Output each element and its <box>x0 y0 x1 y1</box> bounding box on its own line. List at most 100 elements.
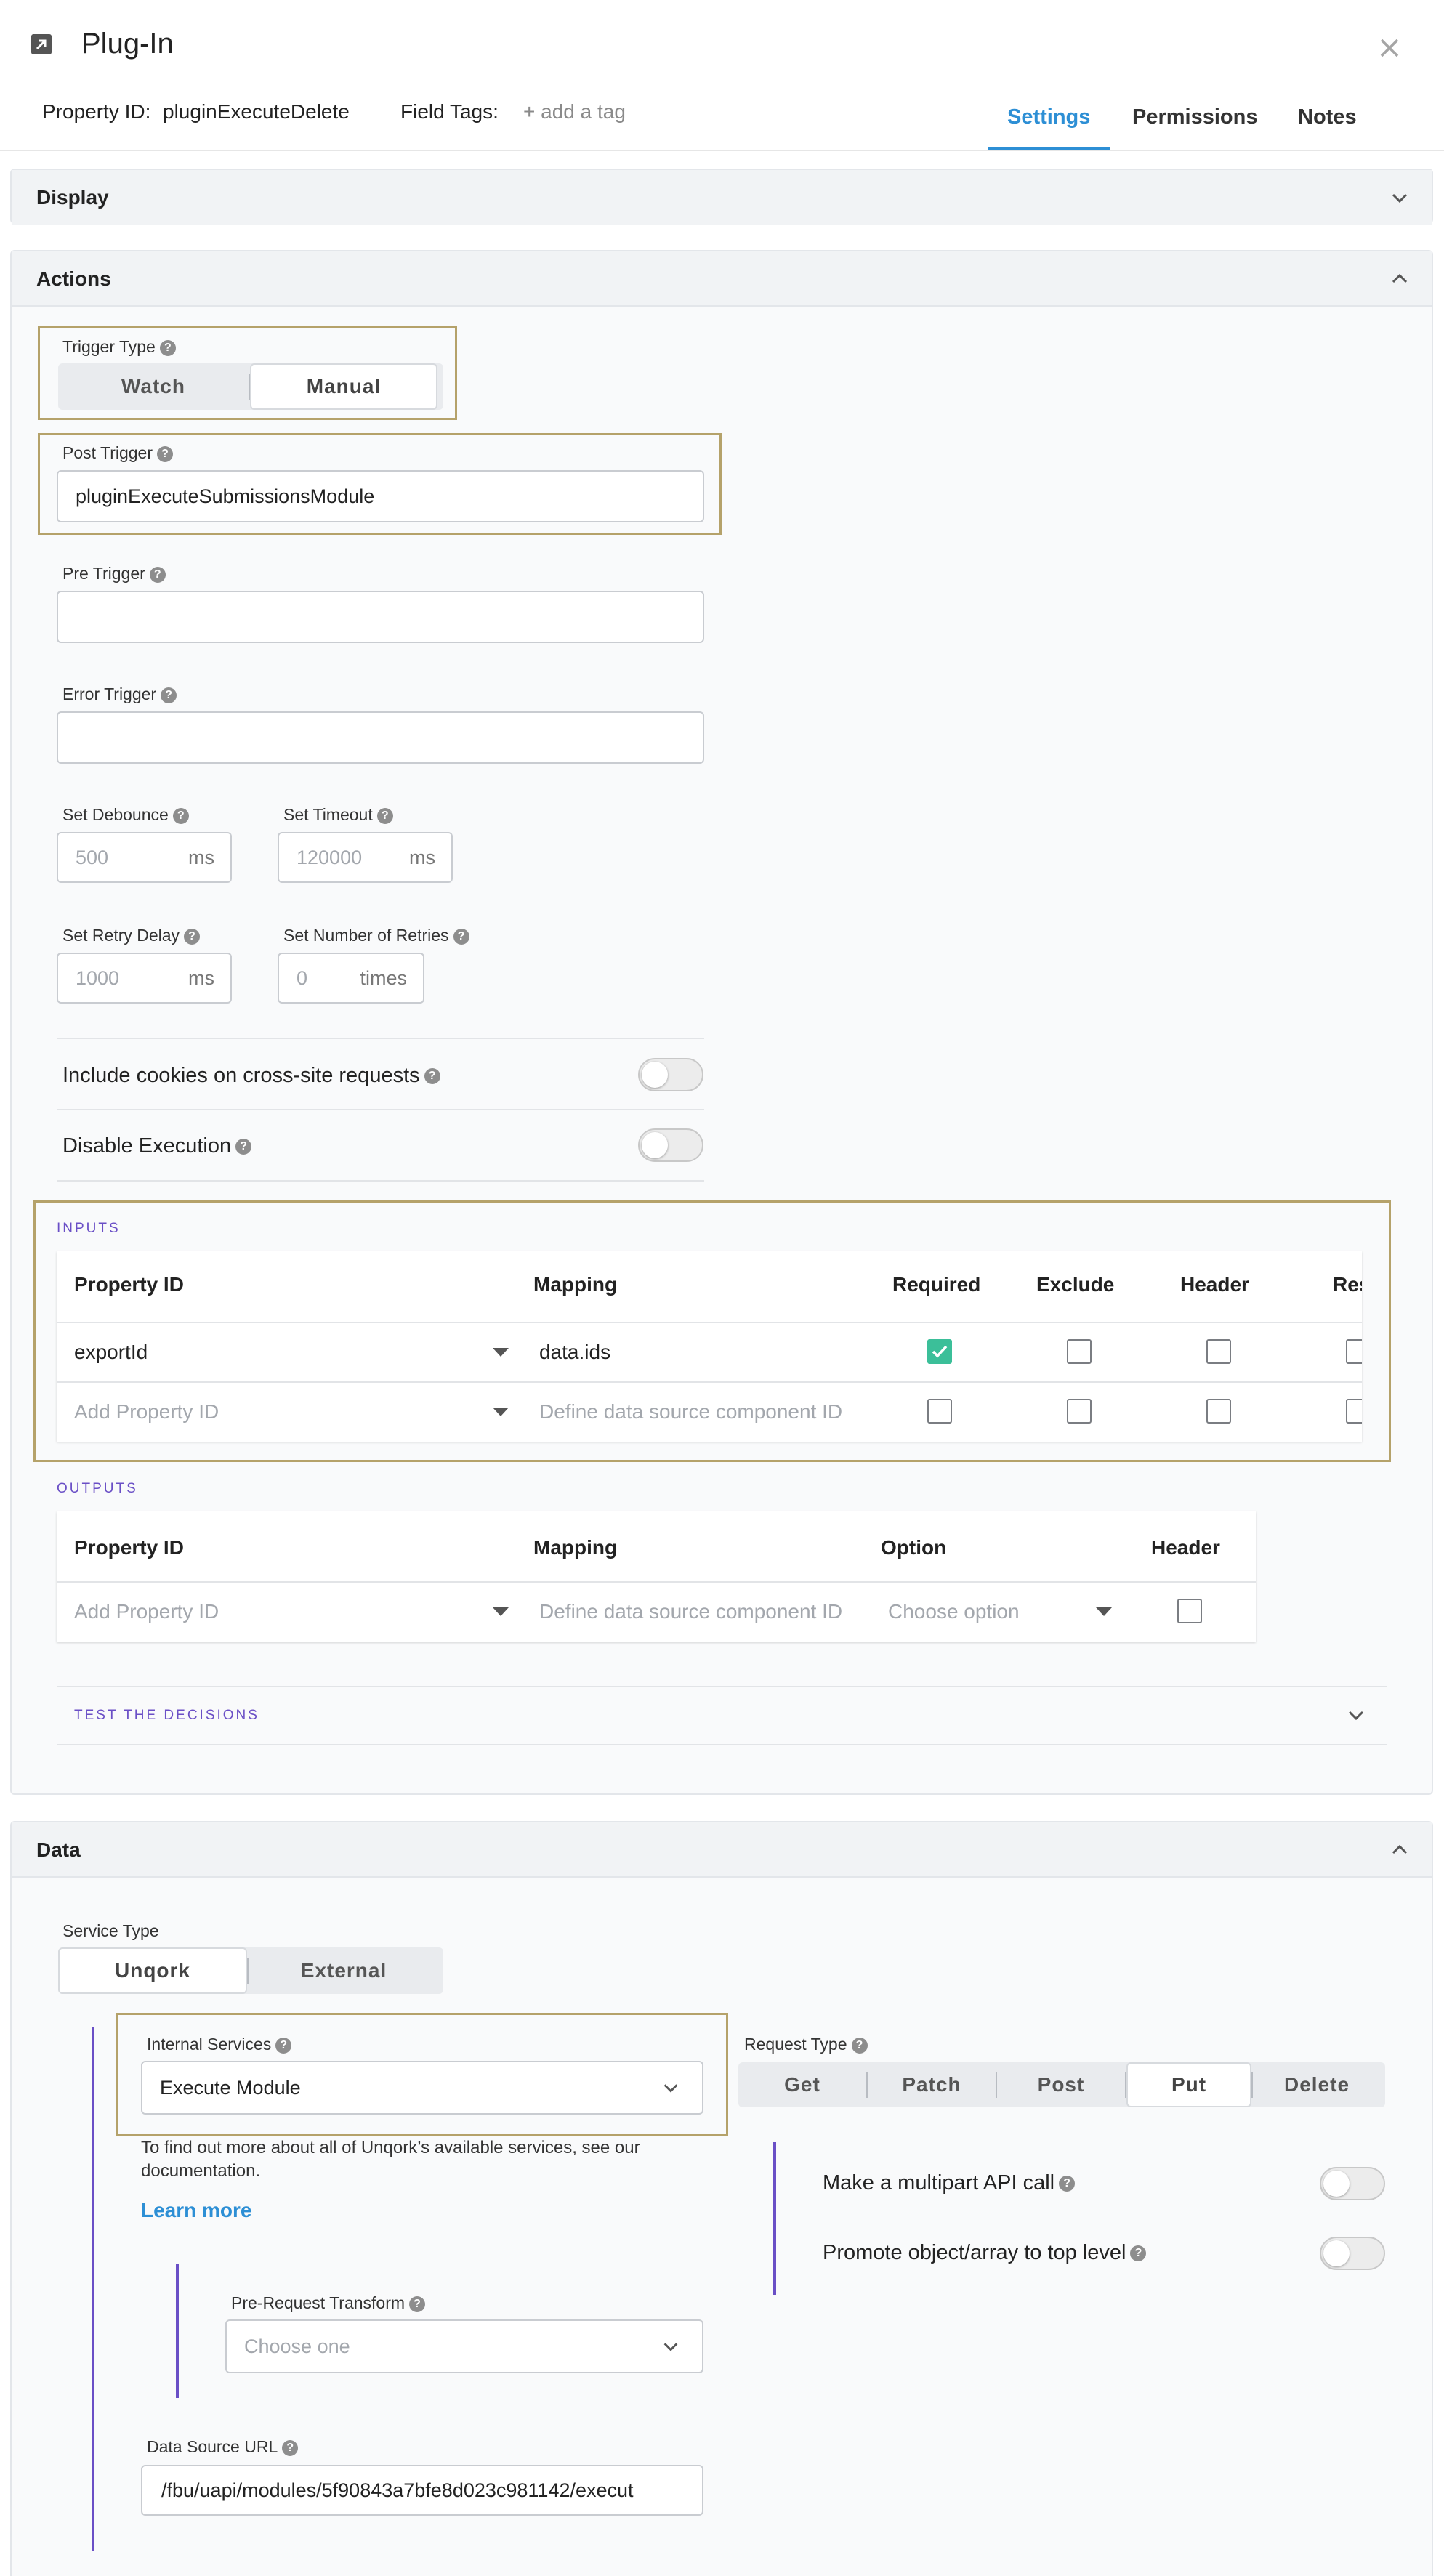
required-checkbox[interactable] <box>927 1399 952 1424</box>
cookies-toggle[interactable] <box>638 1058 703 1091</box>
help-icon: ? <box>453 928 469 945</box>
help-icon: ? <box>172 807 189 824</box>
data-panel-header[interactable]: Data <box>12 1822 1432 1878</box>
toggle-knob <box>1323 2240 1350 2266</box>
divider <box>57 1686 1387 1687</box>
nested-indicator-line <box>92 2027 94 2551</box>
data-source-label: Data Source URL? <box>147 2437 299 2457</box>
inputs-section-label: INPUTS <box>57 1221 121 1236</box>
help-icon: ? <box>376 807 393 824</box>
caret-down-icon[interactable] <box>493 1607 509 1616</box>
display-panel-header[interactable]: Display <box>12 170 1432 225</box>
pre-trigger-input[interactable] <box>57 591 704 643</box>
tab-notes[interactable]: Notes <box>1298 105 1357 129</box>
outputs-section-label: OUTPUTS <box>57 1481 138 1496</box>
row-property-id[interactable]: Add Property ID <box>74 1400 219 1424</box>
promote-toggle[interactable] <box>1320 2237 1385 2270</box>
learn-more-link[interactable]: Learn more <box>141 2199 252 2222</box>
debounce-input[interactable]: 500 ms <box>57 832 232 883</box>
chevron-up-icon[interactable] <box>1389 269 1410 289</box>
resolve-checkbox[interactable] <box>1346 1399 1362 1424</box>
disable-execution-toggle[interactable] <box>638 1128 703 1162</box>
help-icon: ? <box>851 2037 868 2054</box>
help-icon: ? <box>1130 2245 1147 2262</box>
modal-title: Plug-In <box>81 28 174 60</box>
nested-indicator-line <box>176 2264 179 2398</box>
service-unqork-button[interactable]: Unqork <box>58 1947 247 1994</box>
multipart-label: Make a multipart API call? <box>823 2171 1076 2195</box>
display-panel: Display <box>10 169 1433 225</box>
exclude-checkbox[interactable] <box>1067 1399 1092 1424</box>
info-text-line1: To find out more about all of Unqork’s a… <box>141 2138 640 2157</box>
resolve-checkbox[interactable] <box>1346 1339 1362 1364</box>
info-text-line2: documentation. <box>141 2161 261 2181</box>
post-trigger-input[interactable]: pluginExecuteSubmissionsModule <box>57 470 704 522</box>
error-trigger-label: Error Trigger? <box>62 685 177 704</box>
caret-down-icon[interactable] <box>493 1348 509 1357</box>
debounce-label: Set Debounce? <box>62 805 189 825</box>
trigger-manual-button[interactable]: Manual <box>250 363 437 410</box>
col-resolve: Resolve <box>1333 1273 1362 1296</box>
col-property-id: Property ID <box>74 1273 184 1296</box>
chevron-down-icon[interactable] <box>1346 1705 1366 1725</box>
tab-settings[interactable]: Settings <box>1007 105 1090 129</box>
multipart-toggle[interactable] <box>1320 2167 1385 2200</box>
pre-request-select[interactable]: Choose one <box>225 2319 703 2373</box>
property-id-value[interactable]: pluginExecuteDelete <box>163 100 350 124</box>
property-id-label: Property ID: <box>42 100 151 123</box>
help-icon: ? <box>184 928 201 945</box>
trigger-watch-button[interactable]: Watch <box>58 363 249 410</box>
table-row: Add Property ID Define data source compo… <box>57 1583 1256 1641</box>
exclude-checkbox[interactable] <box>1067 1339 1092 1364</box>
help-icon: ? <box>1059 2176 1076 2192</box>
actions-panel-header[interactable]: Actions <box>12 251 1432 307</box>
row-property-id[interactable]: exportId <box>74 1341 148 1364</box>
divider <box>57 1180 704 1182</box>
caret-down-icon[interactable] <box>1096 1607 1112 1616</box>
request-patch-button[interactable]: Patch <box>868 2062 996 2107</box>
request-post-button[interactable]: Post <box>997 2062 1125 2107</box>
table-row: Add Property ID Define data source compo… <box>57 1383 1362 1441</box>
service-external-button[interactable]: External <box>249 1947 439 1994</box>
internal-services-label: Internal Services? <box>147 2035 292 2054</box>
col-required: Required <box>892 1273 981 1296</box>
retries-input[interactable]: 0 times <box>278 953 424 1004</box>
divider <box>57 1109 704 1110</box>
timeout-input[interactable]: 120000 ms <box>278 832 453 883</box>
toggle-knob <box>642 1132 668 1158</box>
request-get-button[interactable]: Get <box>738 2062 866 2107</box>
check-icon <box>932 1345 948 1358</box>
header-checkbox[interactable] <box>1206 1339 1231 1364</box>
help-icon: ? <box>409 2296 426 2312</box>
toggle-knob <box>642 1062 668 1088</box>
row-mapping[interactable]: data.ids <box>539 1341 610 1364</box>
error-trigger-input[interactable] <box>57 711 704 764</box>
col-property-id: Property ID <box>74 1536 184 1559</box>
row-option[interactable]: Choose option <box>888 1600 1020 1623</box>
tab-permissions[interactable]: Permissions <box>1132 105 1257 129</box>
trigger-type-segmented: Watch Manual <box>58 363 443 410</box>
required-checkbox[interactable] <box>927 1339 952 1364</box>
close-icon[interactable] <box>1379 38 1400 58</box>
retries-label: Set Number of Retries? <box>283 926 469 945</box>
request-put-button[interactable]: Put <box>1126 2062 1251 2107</box>
row-mapping[interactable]: Define data source component ID <box>539 1400 842 1424</box>
retry-delay-input[interactable]: 1000 ms <box>57 953 232 1004</box>
caret-down-icon[interactable] <box>493 1408 509 1416</box>
row-mapping[interactable]: Define data source component ID <box>539 1600 842 1623</box>
request-delete-button[interactable]: Delete <box>1253 2062 1381 2107</box>
header-checkbox[interactable] <box>1177 1599 1202 1623</box>
chevron-up-icon[interactable] <box>1389 1840 1410 1860</box>
col-mapping: Mapping <box>533 1536 618 1559</box>
data-source-input[interactable]: /fbu/uapi/modules/5f90843a7bfe8d023c9811… <box>141 2465 703 2516</box>
test-decisions-toggle[interactable]: TEST THE DECISIONS <box>74 1708 259 1724</box>
help-icon: ? <box>157 445 173 462</box>
divider <box>57 1744 1387 1745</box>
header-checkbox[interactable] <box>1206 1399 1231 1424</box>
internal-services-select[interactable]: Execute Module <box>141 2061 703 2115</box>
help-icon: ? <box>282 2439 299 2456</box>
chevron-down-icon[interactable] <box>1389 187 1410 208</box>
add-tag-link[interactable]: + add a tag <box>523 100 626 124</box>
trigger-type-label: Trigger Type? <box>62 337 176 357</box>
row-property-id[interactable]: Add Property ID <box>74 1600 219 1623</box>
